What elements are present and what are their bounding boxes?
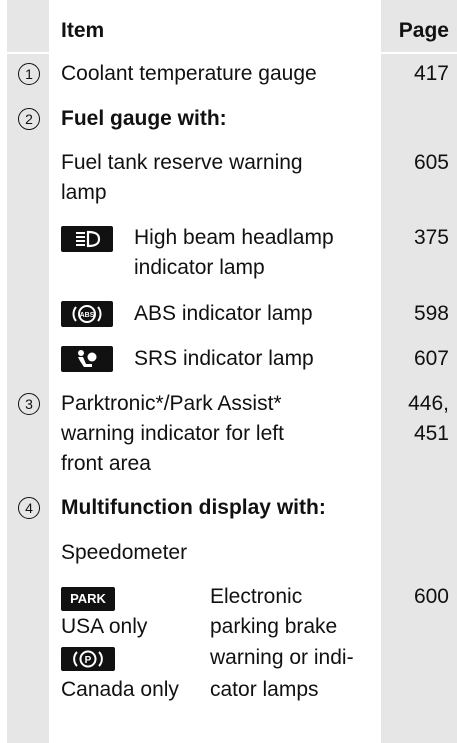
- abs-icon: ABS: [61, 301, 113, 327]
- item-parking-brake-line2: parking brake: [210, 615, 338, 638]
- item-multifunction-display: Multifunction display with:: [61, 496, 326, 519]
- item-high-beam-line1: High beam headlamp: [134, 226, 334, 249]
- row-number-1: 1: [18, 63, 40, 85]
- item-fuel-gauge: Fuel gauge with:: [61, 107, 227, 130]
- page-parking-brake: 600: [413, 585, 449, 608]
- item-parking-brake-line1: Electronic: [210, 585, 303, 608]
- item-speedometer: Speedometer: [61, 541, 188, 564]
- parking-brake-icon: P: [61, 647, 115, 671]
- header-item: Item: [61, 19, 105, 42]
- item-fuel-reserve-line2: lamp: [61, 181, 107, 204]
- item-abs: ABS indicator lamp: [134, 302, 313, 325]
- item-coolant-gauge: Coolant temperature gauge: [61, 62, 317, 85]
- item-fuel-reserve-line1: Fuel tank reserve warning: [61, 151, 303, 174]
- item-parking-brake-line3: warning or indi-: [210, 646, 354, 669]
- svg-text:ABS: ABS: [80, 312, 95, 319]
- srs-icon: [61, 346, 113, 372]
- header-divider: [7, 52, 457, 54]
- page-high-beam: 375: [413, 226, 449, 249]
- page-coolant-gauge: 417: [413, 62, 449, 85]
- owner-manual-table: Item Page 1 Coolant temperature gauge 41…: [0, 0, 457, 743]
- region-usa: USA only: [61, 615, 148, 638]
- row-number-2: 2: [18, 108, 40, 130]
- item-parking-brake-line4: cator lamps: [210, 678, 319, 701]
- high-beam-icon: [61, 226, 113, 252]
- item-high-beam-line2: indicator lamp: [134, 256, 265, 279]
- page-parktronic-1: 446,: [408, 392, 449, 415]
- item-parktronic-line3: front area: [61, 452, 151, 475]
- page-fuel-reserve: 605: [413, 151, 449, 174]
- svg-text:P: P: [85, 655, 92, 666]
- row-number-4: 4: [18, 497, 40, 519]
- park-badge: PARK: [61, 587, 115, 611]
- page-parktronic-2: 451: [413, 422, 449, 445]
- row-number-3: 3: [18, 393, 40, 415]
- item-srs: SRS indicator lamp: [134, 347, 314, 370]
- header-page: Page: [398, 19, 449, 42]
- page-srs: 607: [413, 347, 449, 370]
- item-parktronic-line1: Parktronic*/Park Assist*: [61, 392, 282, 415]
- page-abs: 598: [413, 302, 449, 325]
- region-canada: Canada only: [61, 678, 179, 701]
- item-parktronic-line2: warning indicator for left: [61, 422, 284, 445]
